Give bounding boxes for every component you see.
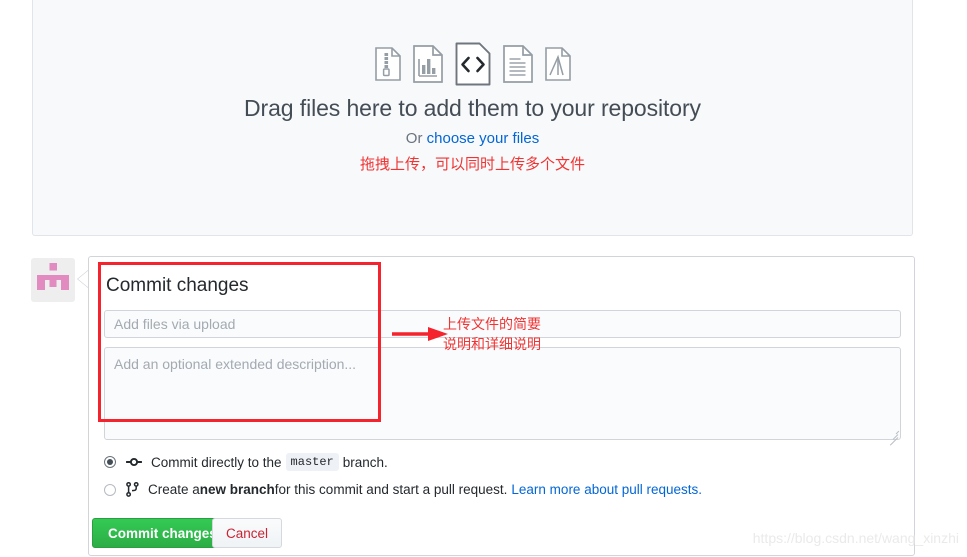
- avatar: [31, 258, 75, 302]
- pdf-file-icon: [544, 47, 571, 81]
- cancel-button[interactable]: Cancel: [212, 518, 283, 548]
- zip-file-icon: [374, 47, 401, 81]
- dropzone-annotation-note: 拖拽上传，可以同时上传多个文件: [359, 156, 585, 173]
- watermark-text: https://blog.csdn.net/wang_xinzhi: [752, 530, 959, 546]
- new-branch-text-before: Create a: [148, 482, 200, 497]
- commit-description-textarea[interactable]: [104, 347, 901, 440]
- commit-heading: Commit changes: [106, 275, 249, 296]
- branch-name-code: master: [285, 453, 339, 471]
- radio-commit-directly[interactable]: [104, 456, 116, 468]
- commit-changes-panel: Commit changes Commit directly to the ma…: [88, 256, 915, 556]
- commit-option-direct[interactable]: Commit directly to the master branch.: [104, 453, 388, 471]
- dropzone-subtitle: Or choose your files: [33, 130, 912, 147]
- identicon-icon: [37, 263, 69, 290]
- commit-option-new-branch[interactable]: Create a new branch for this commit and …: [104, 482, 702, 497]
- commit-direct-text-before: Commit directly to the: [151, 454, 282, 470]
- commit-summary-input[interactable]: [104, 310, 901, 338]
- file-dropzone[interactable]: Drag files here to add them to your repo…: [32, 0, 913, 236]
- radio-create-new-branch[interactable]: [104, 483, 116, 496]
- pull-requests-learn-more-link[interactable]: Learn more about pull requests.: [511, 482, 702, 497]
- git-branch-icon: [126, 482, 139, 497]
- choose-your-files-link[interactable]: choose your files: [427, 130, 540, 147]
- file-type-icon-row: [33, 42, 912, 86]
- text-file-icon: [502, 45, 533, 83]
- dropzone-title: Drag files here to add them to your repo…: [244, 95, 701, 121]
- dropzone-or-label: Or: [405, 130, 427, 147]
- new-branch-text-after: for this commit and start a pull request…: [274, 482, 508, 497]
- code-file-icon: [455, 42, 490, 86]
- new-branch-emphasis: new branch: [199, 482, 275, 497]
- commit-direct-text-after: branch.: [342, 454, 388, 470]
- git-commit-icon: [126, 457, 142, 467]
- chart-file-icon: [412, 45, 443, 83]
